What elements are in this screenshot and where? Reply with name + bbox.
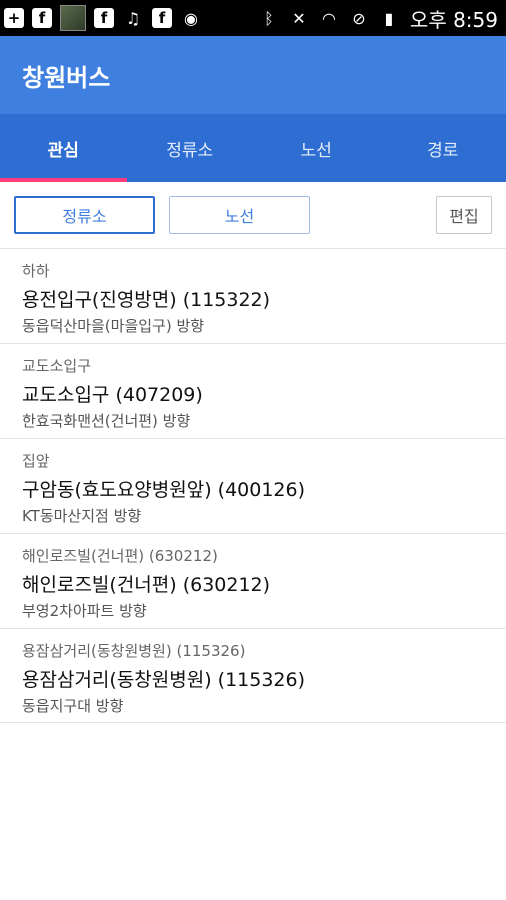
- favorite-alias: 집앞: [22, 452, 50, 470]
- stop-name: 용전입구(진영방면) (115322): [22, 289, 271, 311]
- clock: 오후 8:59: [409, 7, 498, 32]
- tab-stops[interactable]: 정류소: [127, 114, 254, 182]
- facebook-icon: f: [94, 8, 114, 28]
- favorites-list: 하하 용전입구(진영방면) (115322) 동읍덕산마을(마을입구) 방향 교…: [0, 248, 506, 723]
- stop-name: 교도소입구 (407209): [22, 384, 203, 406]
- app-bar: 창원버스: [0, 36, 506, 114]
- eye-icon: ◉: [184, 8, 198, 28]
- stop-name: 용잠삼거리(동창원병원) (115326): [22, 669, 306, 691]
- system-icons: ᛒ ✕ ◠ ⊘ ▮ 오후 8:59: [258, 4, 506, 33]
- stop-direction: 동읍덕산마을(마을입구) 방향: [22, 317, 205, 335]
- status-bar: + f f ♫ f ◉ ᛒ ✕ ◠ ⊘ ▮ 오후 8:59: [0, 0, 506, 36]
- stop-direction: 한효국화맨션(건너편) 방향: [22, 412, 191, 430]
- battery-icon: ▮: [384, 8, 394, 28]
- plus-icon: +: [4, 8, 24, 28]
- notification-icons: + f f ♫ f ◉: [0, 5, 202, 31]
- facebook-icon: f: [32, 8, 52, 28]
- stop-name: 구암동(효도요양병원앞) (400126): [22, 479, 306, 501]
- favorite-item[interactable]: 해인로즈빌(건너편) (630212) 해인로즈빌(건너편) (630212) …: [0, 533, 506, 628]
- favorite-alias: 용잠삼거리(동창원병원) (115326): [22, 642, 246, 660]
- favorite-alias: 하하: [22, 262, 50, 280]
- facebook-icon: f: [152, 8, 172, 28]
- block-icon: ⊘: [352, 8, 366, 28]
- music-icon: ♫: [125, 8, 141, 28]
- stop-direction: 부영2차아파트 방향: [22, 602, 147, 620]
- favorite-alias: 교도소입구: [22, 357, 92, 375]
- tab-routes[interactable]: 노선: [253, 114, 380, 182]
- filter-bar: 정류소 노선 편집: [0, 182, 506, 248]
- favorite-item[interactable]: 용잠삼거리(동창원병원) (115326) 용잠삼거리(동창원병원) (1153…: [0, 628, 506, 723]
- favorite-item[interactable]: 집앞 구암동(효도요양병원앞) (400126) KT동마산지점 방향: [0, 438, 506, 533]
- favorite-item[interactable]: 하하 용전입구(진영방면) (115322) 동읍덕산마을(마을입구) 방향: [0, 248, 506, 343]
- route-filter-button[interactable]: 노선: [169, 196, 310, 234]
- stop-direction: 동읍지구대 방향: [22, 697, 124, 715]
- photo-icon: [60, 5, 86, 31]
- bluetooth-icon: ᛒ: [264, 8, 274, 28]
- edit-button[interactable]: 편집: [436, 196, 492, 234]
- wifi-icon: ◠: [321, 8, 336, 28]
- favorite-item[interactable]: 교도소입구 교도소입구 (407209) 한효국화맨션(건너편) 방향: [0, 343, 506, 438]
- stop-direction: KT동마산지점 방향: [22, 507, 142, 525]
- tab-favorites[interactable]: 관심: [0, 114, 127, 182]
- app-title: 창원버스: [22, 63, 111, 92]
- favorite-alias: 해인로즈빌(건너편) (630212): [22, 547, 218, 565]
- tab-bar: 관심 정류소 노선 경로: [0, 114, 506, 182]
- stop-filter-button[interactable]: 정류소: [14, 196, 155, 234]
- stop-name: 해인로즈빌(건너편) (630212): [22, 574, 271, 596]
- tab-path[interactable]: 경로: [380, 114, 506, 182]
- mute-icon: ✕: [292, 8, 306, 28]
